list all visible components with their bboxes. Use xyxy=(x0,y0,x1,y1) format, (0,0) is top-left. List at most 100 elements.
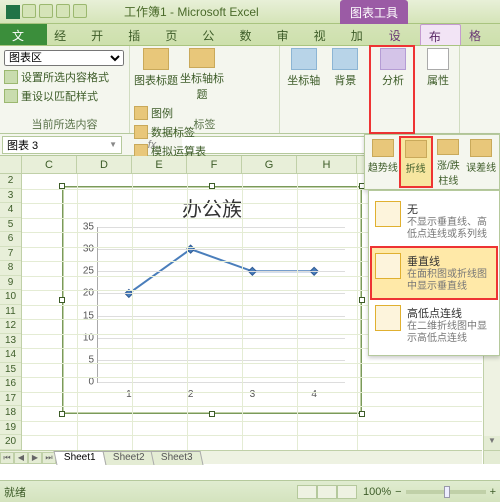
tab-view[interactable]: 视图 xyxy=(307,24,344,45)
axis-title-button[interactable]: 坐标轴标题 xyxy=(180,48,224,102)
tab-format[interactable]: 格式 xyxy=(461,24,500,45)
error-bars-button[interactable]: 误差线 xyxy=(465,137,497,187)
reset-style-icon xyxy=(4,89,18,103)
ribbon-tabs: 文件 经典 开始 插入 页面 公式 数据 审阅 视图 加载 设计 布局 格式 xyxy=(0,24,500,46)
row-header[interactable]: 16 xyxy=(0,377,21,392)
lines-none-icon xyxy=(375,201,401,227)
title-bar: 工作簿1 - Microsoft Excel 图表工具 xyxy=(0,0,500,24)
sheet-nav-first[interactable]: ⏮ xyxy=(0,452,14,464)
select-all-corner[interactable] xyxy=(0,156,22,174)
lines-submenu: 无不显示垂直线、高低点连线或系列线 垂直线在面积图或折线图中显示垂直线 高低点连… xyxy=(368,190,500,356)
analysis-icon xyxy=(380,48,406,70)
col-header[interactable]: C xyxy=(22,156,77,174)
contextual-tab-label: 图表工具 xyxy=(340,0,408,24)
view-buttons xyxy=(297,485,357,499)
tab-layout[interactable]: 布局 xyxy=(420,24,461,45)
resize-handle[interactable] xyxy=(359,411,365,417)
format-selection-button[interactable]: 设置所选内容格式 xyxy=(4,69,125,85)
axes-icon xyxy=(291,48,317,70)
chart-title-button[interactable]: 图表标题 xyxy=(134,48,178,102)
chart-element-selector[interactable]: 图表区 xyxy=(4,50,124,66)
tab-insert[interactable]: 插入 xyxy=(121,24,158,45)
row-header[interactable]: 9 xyxy=(0,276,21,291)
row-headers: 234567891011121314151617181920 xyxy=(0,174,22,450)
row-header[interactable]: 5 xyxy=(0,218,21,233)
lines-option-droplines[interactable]: 垂直线在面积图或折线图中显示垂直线 xyxy=(371,247,497,299)
sheet-nav-prev[interactable]: ◀ xyxy=(14,452,28,464)
trendline-button[interactable]: 趋势线 xyxy=(367,137,399,187)
group-labels: 图表标题 坐标轴标题 图例 数据标签 模拟运算表 标签 xyxy=(130,46,280,133)
quick-access-toolbar xyxy=(22,4,87,18)
tab-page[interactable]: 页面 xyxy=(158,24,195,45)
row-header[interactable]: 2 xyxy=(0,174,21,189)
scroll-down-icon[interactable]: ▼ xyxy=(484,436,500,450)
row-header[interactable]: 19 xyxy=(0,421,21,436)
qat-redo-icon[interactable] xyxy=(56,4,70,18)
sheet-tab-3[interactable]: Sheet3 xyxy=(151,451,204,465)
zoom-out-icon[interactable]: − xyxy=(395,486,401,498)
zoom-level[interactable]: 100% xyxy=(363,486,391,498)
properties-button[interactable]: 属性 xyxy=(418,48,458,108)
tab-file[interactable]: 文件 xyxy=(0,24,47,45)
name-box[interactable]: 图表 3▼ xyxy=(2,136,122,154)
tab-data[interactable]: 数据 xyxy=(232,24,269,45)
row-header[interactable]: 7 xyxy=(0,247,21,262)
properties-icon xyxy=(427,48,449,70)
tab-classic[interactable]: 经典 xyxy=(47,24,84,45)
lines-button[interactable]: 折线 xyxy=(400,137,432,187)
row-header[interactable]: 15 xyxy=(0,363,21,378)
col-header[interactable]: E xyxy=(132,156,187,174)
background-button[interactable]: 背景 xyxy=(326,48,366,108)
reset-style-button[interactable]: 重设以匹配样式 xyxy=(4,88,125,104)
row-header[interactable]: 10 xyxy=(0,290,21,305)
analysis-button[interactable]: 分析 xyxy=(374,48,412,108)
updown-bars-button[interactable]: 涨/跌柱线 xyxy=(433,137,465,187)
row-header[interactable]: 8 xyxy=(0,261,21,276)
format-selection-icon xyxy=(4,70,18,84)
resize-handle[interactable] xyxy=(209,411,215,417)
sheet-tab-bar: ⏮ ◀ ▶ ⏭ Sheet1 Sheet2 Sheet3 xyxy=(0,450,500,480)
resize-handle[interactable] xyxy=(59,297,65,303)
row-header[interactable]: 14 xyxy=(0,348,21,363)
lines-option-none[interactable]: 无不显示垂直线、高低点连线或系列线 xyxy=(371,195,497,247)
ribbon: 图表区 设置所选内容格式 重设以匹配样式 当前所选内容 图表标题 坐标轴标题 图… xyxy=(0,46,500,134)
col-header[interactable]: D xyxy=(77,156,132,174)
col-header[interactable]: G xyxy=(242,156,297,174)
sheet-tab-1[interactable]: Sheet1 xyxy=(54,451,107,465)
tab-review[interactable]: 审阅 xyxy=(270,24,307,45)
row-header[interactable]: 3 xyxy=(0,189,21,204)
tab-home[interactable]: 开始 xyxy=(84,24,121,45)
row-header[interactable]: 12 xyxy=(0,319,21,334)
qat-undo-icon[interactable] xyxy=(39,4,53,18)
row-header[interactable]: 20 xyxy=(0,435,21,450)
zoom-slider[interactable] xyxy=(406,490,486,494)
sheet-tab-2[interactable]: Sheet2 xyxy=(102,451,155,465)
zoom-in-icon[interactable]: + xyxy=(490,486,496,498)
row-header[interactable]: 11 xyxy=(0,305,21,320)
axes-button[interactable]: 坐标轴 xyxy=(284,48,324,108)
analysis-dropdown: 趋势线 折线 涨/跌柱线 误差线 xyxy=(364,134,500,190)
axis-title-icon xyxy=(189,48,215,68)
sheet-nav-next[interactable]: ▶ xyxy=(28,452,42,464)
row-header[interactable]: 4 xyxy=(0,203,21,218)
lines-hilow-icon xyxy=(375,305,401,331)
row-header[interactable]: 18 xyxy=(0,406,21,421)
zoom-slider-thumb[interactable] xyxy=(444,486,450,498)
view-normal-icon[interactable] xyxy=(297,485,317,499)
resize-handle[interactable] xyxy=(359,297,365,303)
view-pagebreak-icon[interactable] xyxy=(337,485,357,499)
row-header[interactable]: 13 xyxy=(0,334,21,349)
qat-more-icon[interactable] xyxy=(73,4,87,18)
view-pagelayout-icon[interactable] xyxy=(317,485,337,499)
col-header[interactable]: H xyxy=(297,156,357,174)
tab-design[interactable]: 设计 xyxy=(381,24,420,45)
qat-save-icon[interactable] xyxy=(22,4,36,18)
lines-option-hilow[interactable]: 高低点连线在二维折线图中显示高低点连线 xyxy=(371,299,497,351)
row-header[interactable]: 6 xyxy=(0,232,21,247)
tab-addins[interactable]: 加载 xyxy=(344,24,381,45)
col-header[interactable]: F xyxy=(187,156,242,174)
tab-formulas[interactable]: 公式 xyxy=(195,24,232,45)
row-header[interactable]: 17 xyxy=(0,392,21,407)
embedded-chart[interactable]: 办公族 051015202530351234 xyxy=(62,186,362,414)
resize-handle[interactable] xyxy=(59,411,65,417)
